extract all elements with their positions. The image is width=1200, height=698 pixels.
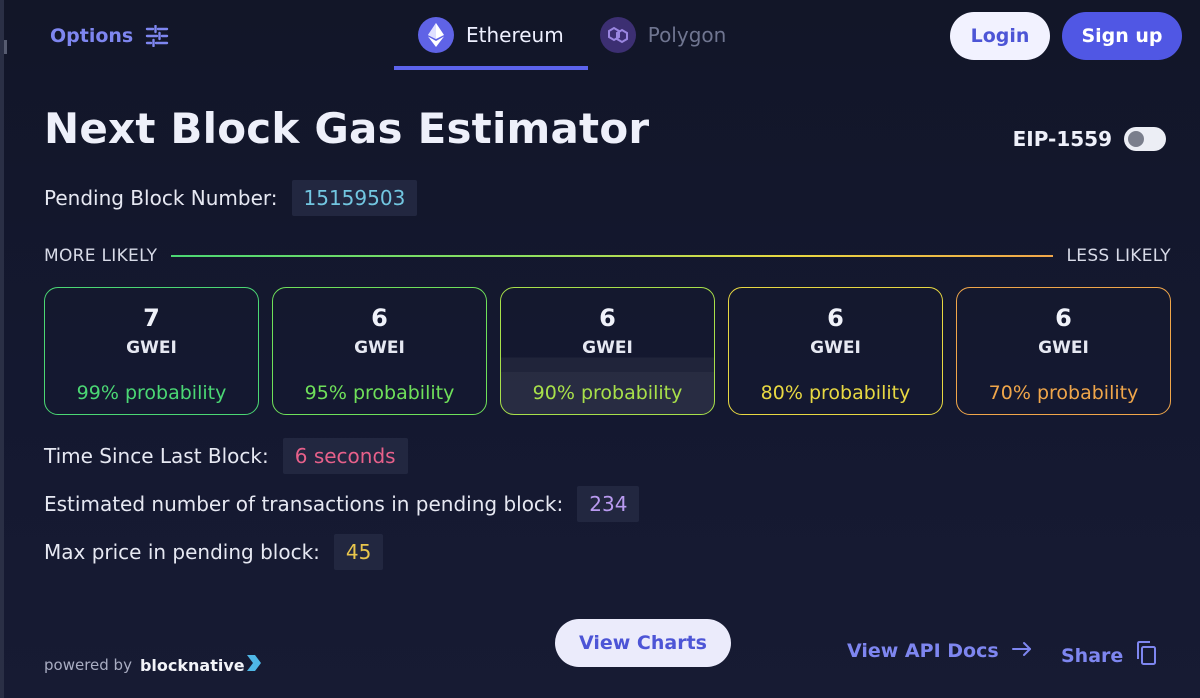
probability-label: 80% probability xyxy=(760,382,911,404)
gwei-unit: GWEI xyxy=(1038,338,1089,358)
pending-block-label: Pending Block Number: xyxy=(44,186,278,210)
gwei-unit: GWEI xyxy=(810,338,861,358)
toggle-knob xyxy=(1128,131,1144,147)
probability-label: 90% probability xyxy=(501,372,714,414)
time-since-label: Time Since Last Block: xyxy=(44,444,269,468)
gwei-value: 6 xyxy=(827,304,844,332)
gwei-value: 6 xyxy=(371,304,388,332)
gwei-unit: GWEI xyxy=(126,338,177,358)
api-docs-label: View API Docs xyxy=(847,640,999,662)
signup-button[interactable]: Sign up xyxy=(1062,12,1182,60)
copy-icon xyxy=(1135,640,1157,671)
time-since-row: Time Since Last Block: 6 seconds xyxy=(44,438,408,474)
gwei-value: 7 xyxy=(143,304,160,332)
max-price-row: Max price in pending block: 45 xyxy=(44,534,384,570)
polygon-icon xyxy=(599,17,636,53)
tx-count-label: Estimated number of transactions in pend… xyxy=(44,492,564,516)
probability-label: 95% probability xyxy=(304,382,455,404)
gwei-value: 6 xyxy=(599,304,616,332)
blocknative-logo[interactable]: blocknative xyxy=(140,656,245,675)
gas-estimate-card[interactable]: 6 GWEI 80% probability xyxy=(728,287,943,415)
probability-label: 70% probability xyxy=(988,382,1139,404)
likelihood-gradient-line xyxy=(171,255,1053,257)
gas-estimate-cards: 7 GWEI 99% probability 6 GWEI 95% probab… xyxy=(44,287,1171,415)
pending-block-row: Pending Block Number: 15159503 xyxy=(44,180,418,216)
chain-tabs: Ethereum Polygon xyxy=(394,0,750,70)
gwei-value: 6 xyxy=(1055,304,1072,332)
share-label: Share xyxy=(1061,644,1124,667)
probability-label: 99% probability xyxy=(76,382,227,404)
less-likely-label: LESS LIKELY xyxy=(1066,246,1171,266)
gwei-unit: GWEI xyxy=(582,338,633,358)
view-charts-button[interactable]: View Charts xyxy=(555,619,731,667)
eip-1559-setting: EIP-1559 xyxy=(1013,127,1166,151)
tx-count-row: Estimated number of transactions in pend… xyxy=(44,486,640,522)
gas-estimate-card[interactable]: 7 GWEI 99% probability xyxy=(44,287,259,415)
page-title: Next Block Gas Estimator xyxy=(44,104,650,153)
eip-1559-toggle[interactable] xyxy=(1124,127,1166,151)
tab-polygon[interactable]: Polygon xyxy=(588,0,751,70)
eip-1559-label: EIP-1559 xyxy=(1012,127,1112,151)
options-button[interactable]: Options xyxy=(50,22,169,50)
auth-buttons: Login Sign up xyxy=(950,12,1182,60)
powered-by: powered by blocknative xyxy=(44,655,261,675)
sliders-icon xyxy=(145,25,169,47)
options-label: Options xyxy=(50,25,134,47)
pending-block-value: 15159503 xyxy=(291,180,418,216)
tx-count-value: 234 xyxy=(577,486,640,522)
gas-estimate-card[interactable]: 6 GWEI 95% probability xyxy=(272,287,487,415)
powered-by-label: powered by xyxy=(44,656,132,674)
gas-estimate-card[interactable]: 6 GWEI 90% probability xyxy=(500,287,715,415)
likelihood-scale: MORE LIKELY LESS LIKELY xyxy=(44,244,1171,268)
gwei-unit: GWEI xyxy=(354,338,405,358)
app-window: Options Ethereum Polygon Login Sign up N… xyxy=(0,0,1200,698)
max-price-label: Max price in pending block: xyxy=(44,540,320,564)
tab-ethereum-label: Ethereum xyxy=(466,23,564,47)
more-likely-label: MORE LIKELY xyxy=(44,246,158,266)
tab-polygon-label: Polygon xyxy=(647,23,727,47)
share-link[interactable]: Share xyxy=(1061,640,1157,671)
blocknative-mark-icon xyxy=(246,655,261,675)
tab-ethereum[interactable]: Ethereum xyxy=(394,0,588,70)
login-button[interactable]: Login xyxy=(950,12,1050,60)
time-since-value: 6 seconds xyxy=(282,438,408,474)
ethereum-icon xyxy=(418,17,454,53)
arrow-right-icon xyxy=(1011,640,1033,662)
view-api-docs-link[interactable]: View API Docs xyxy=(847,640,1033,662)
top-bar: Options Ethereum Polygon Login Sign up xyxy=(4,0,1200,70)
max-price-value: 45 xyxy=(333,534,384,570)
gas-estimate-card[interactable]: 6 GWEI 70% probability xyxy=(956,287,1171,415)
